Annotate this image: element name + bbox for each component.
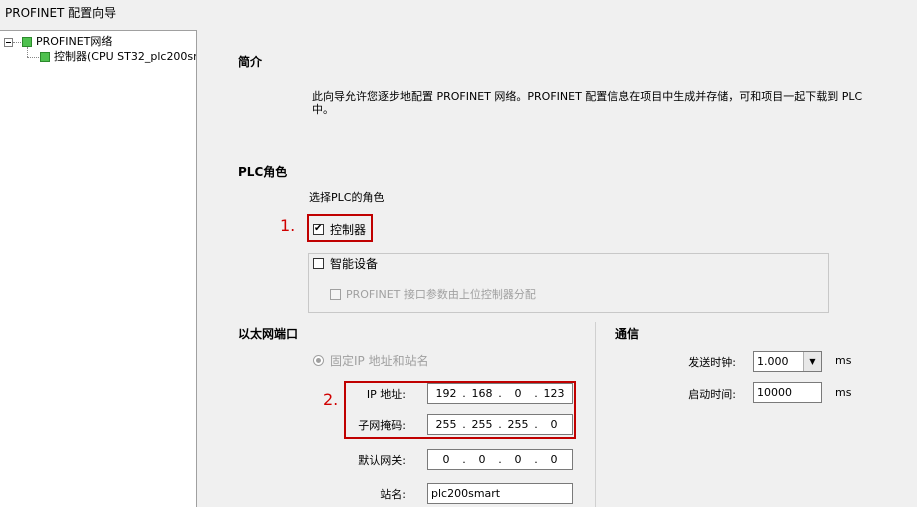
ip-octet: 255 xyxy=(507,418,529,431)
fixed-ip-radio[interactable] xyxy=(313,355,324,366)
ip-dot: . xyxy=(462,453,466,466)
smart-device-label: 智能设备 xyxy=(330,257,379,271)
smart-device-checkbox[interactable] xyxy=(313,258,324,269)
param-assign-checkbox-row[interactable]: PROFINET 接口参数由上位控制器分配 xyxy=(330,286,536,302)
station-name-label: 站名: xyxy=(380,488,406,501)
startup-time-unit: ms xyxy=(835,386,852,399)
gateway-input[interactable]: 0. 0. 0. 0 xyxy=(427,449,573,470)
tree-connector xyxy=(27,47,28,57)
startup-time-label: 启动时间: xyxy=(688,388,736,401)
network-node-icon xyxy=(22,37,32,47)
ip-address-label: IP 地址: xyxy=(366,388,406,401)
subnet-mask-label: 子网掩码: xyxy=(358,419,406,432)
ip-dot: . xyxy=(498,387,502,400)
plc-role-heading: PLC角色 xyxy=(238,165,288,179)
tree-connector xyxy=(13,42,21,43)
step-1-annotation: 1. xyxy=(280,216,296,235)
send-clock-value: 1.000 xyxy=(757,355,789,368)
ip-octet: 192 xyxy=(435,387,457,400)
ethernet-heading: 以太网端口 xyxy=(238,327,299,341)
startup-time-input[interactable]: 10000 xyxy=(753,382,822,403)
controller-checkbox[interactable] xyxy=(313,222,324,236)
collapse-icon[interactable] xyxy=(4,38,13,47)
tree-item-label: 控制器(CPU ST32_plc200sm xyxy=(54,50,196,63)
ip-address-input[interactable]: 192. 168. 0. 123 xyxy=(427,383,573,404)
subnet-mask-input[interactable]: 255. 255. 255. 0 xyxy=(427,414,573,435)
tree-item-profinet-network[interactable]: PROFINET网络 xyxy=(22,35,112,49)
param-assign-checkbox[interactable] xyxy=(330,288,341,300)
section-divider xyxy=(595,322,596,507)
plc-role-prompt: 选择PLC的角色 xyxy=(309,191,385,204)
tree-item-label: PROFINET网络 xyxy=(36,35,113,48)
tree-item-controller[interactable]: 控制器(CPU ST32_plc200sm xyxy=(40,50,196,64)
ip-octet: 0 xyxy=(514,387,522,400)
ip-dot: . xyxy=(534,418,538,431)
ip-dot: . xyxy=(498,418,502,431)
ip-octet: 0 xyxy=(478,453,486,466)
controller-checkbox-row[interactable]: 控制器 xyxy=(313,221,366,238)
smart-device-group xyxy=(308,253,829,313)
ip-octet: 123 xyxy=(543,387,565,400)
fixed-ip-radio-row[interactable]: 固定IP 地址和站名 xyxy=(313,352,429,369)
gateway-label: 默认网关: xyxy=(358,454,406,467)
controller-node-icon xyxy=(40,52,50,62)
ip-octet: 0 xyxy=(442,453,450,466)
param-assign-label: PROFINET 接口参数由上位控制器分配 xyxy=(346,288,536,301)
controller-label: 控制器 xyxy=(330,223,367,237)
step-2-annotation: 2. xyxy=(323,390,339,409)
fixed-ip-label: 固定IP 地址和站名 xyxy=(330,354,429,368)
send-clock-label: 发送时钟: xyxy=(688,356,736,369)
comm-heading: 通信 xyxy=(615,327,640,341)
send-clock-unit: ms xyxy=(835,354,852,367)
ip-dot: . xyxy=(462,387,466,400)
smart-device-checkbox-row[interactable]: 智能设备 xyxy=(313,255,378,272)
intro-text-line2: 中。 xyxy=(312,103,334,116)
ip-octet: 0 xyxy=(550,453,558,466)
ip-dot: . xyxy=(534,453,538,466)
window-title: PROFINET 配置向导 xyxy=(5,6,117,20)
ip-dot: . xyxy=(534,387,538,400)
ip-octet: 255 xyxy=(471,418,493,431)
station-name-input[interactable]: plc200smart xyxy=(427,483,573,504)
ip-octet: 168 xyxy=(471,387,493,400)
tree-connector xyxy=(27,57,39,58)
navigation-tree[interactable]: PROFINET网络 控制器(CPU ST32_plc200sm xyxy=(0,30,197,507)
intro-text-line1: 此向导允许您逐步地配置 PROFINET 网络。PROFINET 配置信息在项目… xyxy=(312,90,863,103)
ip-octet: 255 xyxy=(435,418,457,431)
chevron-down-icon[interactable]: ▼ xyxy=(803,352,821,371)
ip-octet: 0 xyxy=(550,418,558,431)
ip-dot: . xyxy=(462,418,466,431)
send-clock-select[interactable]: 1.000 ▼ xyxy=(753,351,822,372)
intro-heading: 简介 xyxy=(238,55,263,69)
ip-octet: 0 xyxy=(514,453,522,466)
ip-dot: . xyxy=(498,453,502,466)
